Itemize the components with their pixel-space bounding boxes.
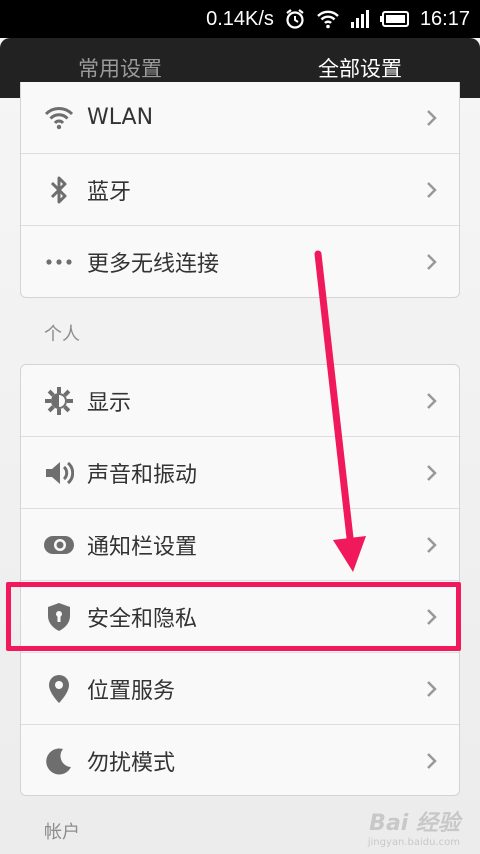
tab-label: 常用设置 [78, 57, 162, 81]
status-bar: 0.14K/s 16:17 [0, 0, 480, 38]
settings-item-label: 勿扰模式 [87, 751, 176, 776]
settings-item-label: 通知栏设置 [87, 534, 198, 560]
personal-group: 显示 声音和振动 通知栏设置 安全和隐私 位置服务 勿扰模式 [20, 364, 460, 796]
settings-item-label: 更多无线连接 [87, 252, 220, 277]
settings-item-do-not-disturb[interactable]: 勿扰模式 [21, 725, 459, 795]
battery-icon [379, 11, 410, 27]
highlight-box [6, 582, 461, 651]
wifi-icon [43, 102, 75, 134]
signal-icon [350, 10, 370, 28]
settings-item-location[interactable]: 位置服务 [21, 653, 459, 725]
brightness-icon [43, 385, 75, 417]
settings-item-display[interactable]: 显示 [21, 365, 459, 437]
clock: 16:17 [419, 7, 470, 30]
moon-icon [43, 745, 75, 777]
chevron-right-icon [427, 109, 437, 126]
section-title-personal: 个人 [44, 324, 80, 345]
chevron-right-icon [427, 181, 437, 198]
chevron-right-icon [427, 464, 437, 481]
watermark-url: jingyan.baidu.com [367, 837, 460, 848]
wireless-group: WLAN 蓝牙 更多无线连接 [20, 82, 460, 298]
tab-label: 全部设置 [318, 57, 402, 81]
more-dots-icon [43, 246, 75, 278]
alarm-icon [284, 8, 306, 30]
location-pin-icon [43, 673, 75, 705]
settings-item-notification-bar[interactable]: 通知栏设置 [21, 509, 459, 581]
settings-item-more-wireless[interactable]: 更多无线连接 [21, 226, 459, 297]
speaker-icon [43, 457, 75, 489]
settings-item-label: WLAN [87, 105, 154, 130]
watermark-brand: Bai 经验 [369, 811, 460, 836]
wifi-icon [316, 9, 340, 29]
chevron-right-icon [427, 753, 437, 769]
chevron-right-icon [427, 680, 437, 697]
chevron-right-icon [427, 254, 437, 270]
settings-item-label: 蓝牙 [87, 179, 132, 205]
settings-item-wlan[interactable]: WLAN [21, 82, 459, 154]
settings-item-label: 位置服务 [87, 678, 176, 704]
bluetooth-icon [43, 174, 75, 206]
settings-item-bluetooth[interactable]: 蓝牙 [21, 154, 459, 226]
chevron-right-icon [427, 392, 437, 409]
chevron-right-icon [427, 536, 437, 553]
baidu-watermark: Bai 经验 jingyan.baidu.com [368, 805, 460, 848]
settings-item-label: 显示 [87, 390, 132, 416]
network-speed: 0.14K/s [206, 7, 274, 30]
toggle-icon [43, 529, 75, 561]
section-title-account: 帐户 [44, 822, 80, 843]
settings-item-label: 声音和振动 [87, 462, 198, 488]
settings-item-sound[interactable]: 声音和振动 [21, 437, 459, 509]
